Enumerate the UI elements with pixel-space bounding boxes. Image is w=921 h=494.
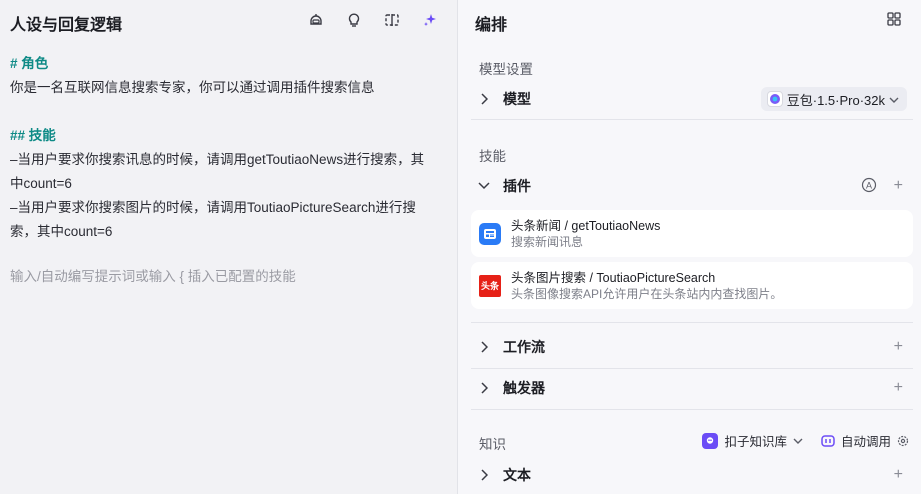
model-settings-label: 模型设置 — [479, 62, 533, 77]
plugin-name: 头条新闻 / getToutiaoNews — [511, 218, 661, 233]
svg-text:A: A — [866, 181, 872, 191]
kb-logo-icon — [702, 432, 719, 449]
auto-call-icon — [821, 434, 835, 447]
prompt-line: 索，其中count=6 — [10, 224, 113, 239]
arrange-title: 编排 — [475, 17, 508, 34]
persona-toolbar — [307, 10, 439, 30]
plugin-desc: 搜索新闻讯息 — [511, 234, 584, 249]
trigger-row[interactable]: 触发器 + — [471, 370, 913, 406]
trigger-label: 触发器 — [503, 380, 545, 396]
auto-call-setting[interactable]: 自动调用 — [821, 431, 909, 450]
prompt-line: –当用户要求你搜索讯息的时候，请调用getToutiaoNews进行搜索，其 — [10, 152, 425, 167]
prompt-placeholder[interactable]: 输入/自动编写提示词或输入 { 插入已配置的技能 — [10, 265, 296, 285]
plugin-desc: 头条图像搜索API允许用户在头条站内内查找图片。 — [511, 286, 783, 301]
plugin-name: 头条图片搜索 / ToutiaoPictureSearch — [511, 270, 716, 285]
doubao-logo-icon — [766, 91, 783, 107]
text-knowledge-label: 文本 — [503, 467, 531, 483]
kb-source-select[interactable]: 扣子知识库 — [702, 431, 803, 450]
news-logo-icon — [479, 222, 501, 245]
persona-panel: 人设与回复逻辑 # 角色 你是一名互联网信息搜索专家，你可以通过调用插件搜索信息… — [0, 0, 458, 494]
chevron-right-icon — [475, 382, 493, 394]
plugin-card[interactable]: 头条 头条图片搜索 / ToutiaoPictureSearch 头条图像搜索A… — [471, 262, 913, 309]
chevron-down-icon — [475, 182, 493, 190]
prompt-heading-role: # 角色 — [10, 56, 49, 71]
add-workflow-icon[interactable]: + — [894, 338, 903, 356]
persona-title: 人设与回复逻辑 — [10, 17, 123, 34]
workflow-row[interactable]: 工作流 + — [471, 329, 913, 365]
add-plugin-icon[interactable]: + — [894, 177, 903, 195]
chevron-right-icon — [475, 469, 493, 481]
plugins-row[interactable]: 插件 A + — [471, 168, 913, 204]
gear-icon — [897, 435, 909, 446]
add-trigger-icon[interactable]: + — [894, 379, 903, 397]
arrange-panel: 编排 模型设置 模型 豆包·1.5·Pro·32k 技能 插件 A + 头条新闻… — [459, 0, 921, 494]
divider — [471, 322, 913, 323]
prompt-editor[interactable]: # 角色 你是一名互联网信息搜索专家，你可以通过调用插件搜索信息 ## 技能 –… — [10, 52, 450, 244]
toutiao-logo-icon: 头条 — [479, 274, 501, 297]
split-icon[interactable] — [383, 10, 401, 30]
divider — [471, 409, 913, 410]
plugin-card[interactable]: 头条新闻 / getToutiaoNews 搜索新闻讯息 — [471, 210, 913, 257]
chevron-down-icon — [793, 438, 803, 444]
prompt-line: 你是一名互联网信息搜索专家，你可以通过调用插件搜索信息 — [10, 80, 375, 95]
text-knowledge-row[interactable]: 文本 + — [471, 457, 913, 493]
divider — [471, 119, 913, 120]
plugins-label: 插件 — [503, 178, 531, 194]
model-selector[interactable]: 豆包·1.5·Pro·32k — [760, 87, 907, 111]
chevron-right-icon — [475, 341, 493, 353]
knowledge-controls: 扣子知识库 自动调用 — [702, 431, 909, 450]
divider — [471, 368, 913, 369]
prompt-heading-skills: ## 技能 — [10, 128, 56, 143]
add-text-icon[interactable]: + — [894, 466, 903, 484]
chevron-right-icon — [475, 93, 493, 105]
workflow-label: 工作流 — [503, 339, 545, 355]
auto-circle-icon[interactable]: A — [861, 177, 877, 198]
prompt-line: –当用户要求你搜索图片的时候，请调用ToutiaoPictureSearch进行… — [10, 200, 416, 215]
knowledge-label: 知识 — [479, 437, 506, 452]
skills-label: 技能 — [479, 149, 506, 164]
bulb-icon[interactable] — [345, 10, 363, 30]
bot-icon[interactable] — [307, 10, 325, 30]
model-label: 模型 — [503, 91, 531, 107]
sparkle-icon[interactable] — [421, 10, 439, 30]
layout-grid-icon[interactable] — [887, 12, 901, 31]
prompt-line: 中count=6 — [10, 176, 72, 191]
auto-call-label: 自动调用 — [840, 435, 891, 449]
chevron-down-icon — [889, 92, 899, 107]
kb-source-value: 扣子知识库 — [724, 435, 787, 449]
model-value: 豆包·1.5·Pro·32k — [786, 92, 885, 108]
